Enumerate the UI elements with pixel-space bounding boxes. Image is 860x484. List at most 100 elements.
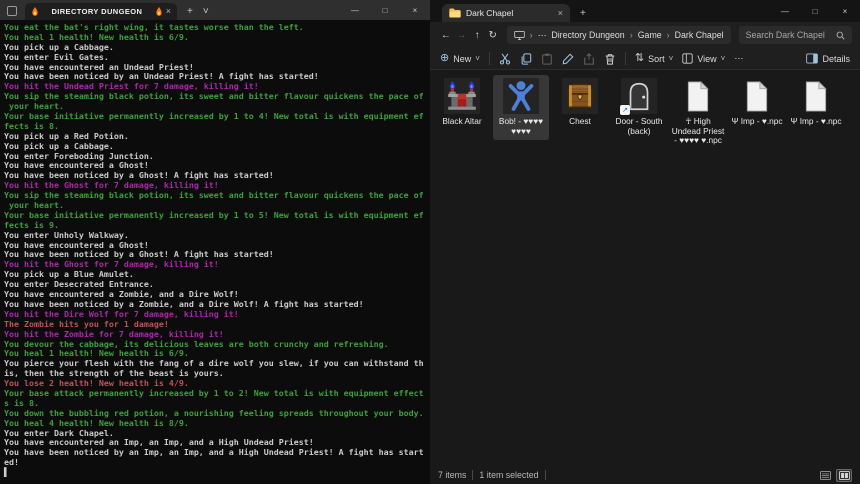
flame-icon: [31, 7, 39, 16]
tab-dropdown-button[interactable]: ˅: [203, 6, 209, 17]
tab-close-icon[interactable]: ×: [558, 9, 563, 18]
breadcrumb-overflow[interactable]: ⋯: [538, 30, 547, 41]
new-button[interactable]: ⊕ New ˅: [440, 53, 480, 64]
terminal-line: Your base initiative permanently increas…: [4, 112, 430, 122]
minimize-button[interactable]: —: [340, 0, 370, 20]
explorer-window-controls: — □ ×: [770, 0, 860, 22]
folder-icon: [449, 8, 461, 18]
command-bar: ⊕ New ˅: [430, 48, 860, 70]
explorer-window: Dark Chapel × + — □ × ← → ↑ ↻ › ⋯ D: [430, 0, 860, 484]
maximize-button[interactable]: □: [370, 0, 400, 20]
terminal-line: You sip the steaming black potion, its s…: [4, 92, 430, 102]
up-button[interactable]: ↑: [469, 30, 485, 41]
sort-button[interactable]: ⇅ Sort ˅: [635, 53, 673, 64]
file-icon-box: [562, 78, 598, 114]
terminal-app-icon: [7, 6, 17, 16]
chevron-right-icon: ›: [630, 30, 633, 40]
terminal-cursor: ▌: [4, 468, 430, 478]
close-button[interactable]: ×: [400, 0, 430, 20]
chevron-down-icon: ˅: [721, 54, 726, 63]
details-pane-icon: [806, 53, 818, 64]
breadcrumb-item[interactable]: Dark Chapel: [675, 30, 724, 40]
address-bar: ← → ↑ ↻ › ⋯ Directory Dungeon › Game › D…: [430, 22, 860, 48]
share-button[interactable]: [583, 53, 595, 65]
file-item[interactable]: ↗Door - South (back): [611, 75, 667, 140]
copy-button[interactable]: [520, 53, 532, 65]
file-label: Chest: [569, 117, 591, 127]
breadcrumb-item[interactable]: Directory Dungeon: [551, 30, 624, 40]
chevron-down-icon: ˅: [669, 54, 674, 63]
items-count: 7 items: [438, 470, 466, 480]
file-label: Ψ Imp - ♥.npc: [790, 117, 841, 127]
file-item[interactable]: Ψ Imp - ♥.npc: [788, 75, 844, 131]
file-item[interactable]: Black Altar: [434, 75, 490, 131]
paste-button[interactable]: [541, 53, 553, 65]
minimize-button[interactable]: —: [770, 0, 800, 22]
file-label: Ψ Imp - ♥.npc: [731, 117, 782, 127]
icons-view-toggle[interactable]: [836, 469, 852, 482]
chevron-right-icon: ›: [667, 30, 670, 40]
details-button[interactable]: Details: [806, 53, 850, 64]
explorer-tab[interactable]: Dark Chapel ×: [442, 4, 570, 22]
shortcut-arrow-icon: ↗: [620, 105, 630, 115]
desktop: DIRECTORY DUNGEON × + ˅ — □ × You eat th…: [0, 0, 860, 484]
close-button[interactable]: ×: [830, 0, 860, 22]
rename-button[interactable]: [562, 53, 574, 65]
file-label: Bob! - ♥♥♥♥ ♥♥♥♥: [494, 117, 548, 136]
rename-icon: [562, 53, 574, 65]
thumbnails-view-icon: [839, 471, 850, 480]
file-item[interactable]: ☥ High Undead Priest - ♥♥♥♥ ♥.npc: [670, 75, 726, 150]
forward-button[interactable]: →: [454, 30, 470, 41]
file-label: ☥ High Undead Priest - ♥♥♥♥ ♥.npc: [671, 117, 725, 146]
file-icon-box: [739, 78, 775, 114]
terminal-line: Your base attack permanently increased b…: [4, 389, 430, 399]
maximize-button[interactable]: □: [800, 0, 830, 22]
terminal-line: ed!: [4, 458, 430, 468]
file-item[interactable]: Bob! - ♥♥♥♥ ♥♥♥♥: [493, 75, 549, 140]
delete-button[interactable]: [604, 53, 616, 65]
new-tab-button[interactable]: +: [580, 8, 586, 19]
terminal-line: Your base initiative permanently increas…: [4, 211, 430, 221]
file-item[interactable]: Ψ Imp - ♥.npc: [729, 75, 785, 131]
terminal-tab[interactable]: DIRECTORY DUNGEON ×: [25, 3, 177, 20]
terminal-titlebar: DIRECTORY DUNGEON × + ˅ — □ ×: [0, 0, 430, 20]
file-icon-box: [798, 78, 834, 114]
sort-icon: ⇅: [635, 53, 644, 64]
search-icon: [836, 31, 845, 40]
new-tab-button[interactable]: +: [187, 6, 193, 17]
details-view-toggle[interactable]: [817, 469, 833, 482]
breadcrumb-item[interactable]: Game: [638, 30, 662, 40]
chevron-right-icon: ›: [530, 30, 533, 40]
search-input[interactable]: Search Dark Chapel: [739, 26, 852, 44]
file-item[interactable]: Chest: [552, 75, 608, 131]
document-icon: [685, 81, 711, 112]
terminal-output[interactable]: You eat the bat's right wing, it tastes …: [0, 20, 430, 478]
file-icon-box: [503, 78, 539, 114]
person-icon: [504, 79, 538, 113]
more-icon: ⋯: [734, 53, 743, 64]
trash-icon: [604, 53, 616, 65]
terminal-line: You have been noticed by an Imp, an Imp,…: [4, 448, 430, 458]
back-button[interactable]: ←: [438, 30, 454, 41]
selection-count: 1 item selected: [479, 470, 538, 480]
file-icon-box: ↗: [621, 78, 657, 114]
cut-button[interactable]: [499, 53, 511, 65]
terminal-window: DIRECTORY DUNGEON × + ˅ — □ × You eat th…: [0, 0, 430, 484]
list-view-icon: [820, 471, 831, 480]
terminal-window-controls: — □ ×: [340, 0, 430, 20]
cut-icon: [499, 53, 511, 65]
explorer-titlebar: Dark Chapel × + — □ ×: [430, 0, 860, 22]
chevron-down-icon: ˅: [475, 54, 480, 63]
refresh-button[interactable]: ↻: [485, 30, 501, 41]
breadcrumb[interactable]: › ⋯ Directory Dungeon › Game › Dark Chap…: [507, 26, 731, 44]
view-button[interactable]: View ˅: [682, 53, 725, 64]
more-options-button[interactable]: ⋯: [734, 53, 743, 64]
file-list: Black Altar Bob! - ♥♥♥♥ ♥♥♥♥ Chest ↗Door…: [430, 70, 860, 155]
terminal-line: You sip the steaming black potion, its s…: [4, 191, 430, 201]
file-label: Black Altar: [442, 117, 481, 127]
document-icon: [744, 81, 770, 112]
file-icon-box: [680, 78, 716, 114]
black-altar-icon: [445, 79, 479, 113]
flame-icon: [155, 7, 163, 16]
tab-close-icon[interactable]: ×: [166, 7, 171, 16]
